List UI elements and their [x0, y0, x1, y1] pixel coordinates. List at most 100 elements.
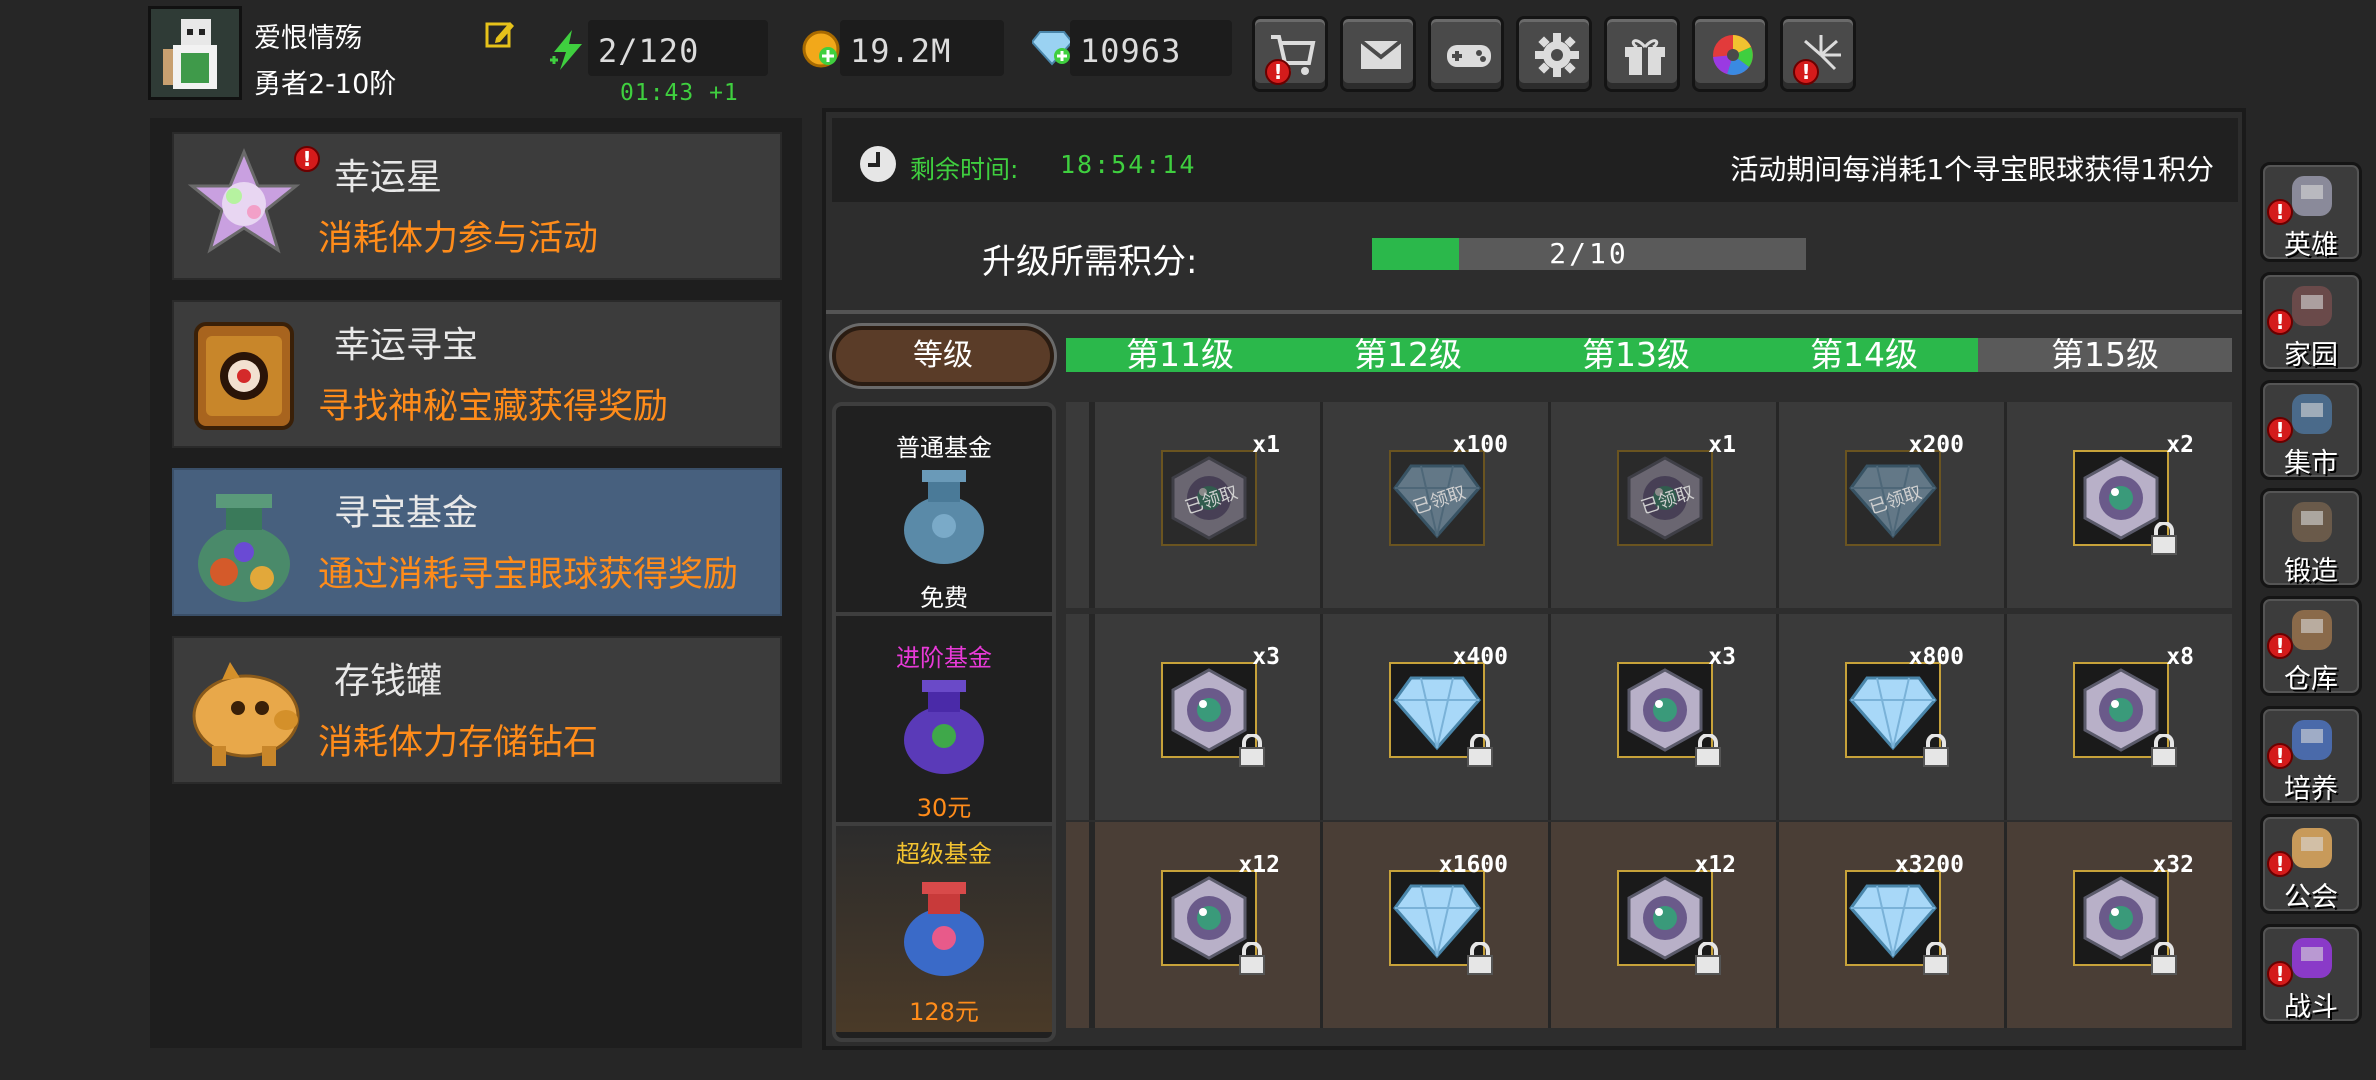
diamond-currency-icon	[1030, 30, 1074, 70]
player-name: 爱恨情殇	[254, 23, 362, 54]
reward-quantity: x800	[1908, 644, 1964, 670]
level-strip: 第11级 第12级 第13级 第14级 第15级	[1066, 338, 2232, 372]
firework-alert-badge: !	[1793, 59, 1819, 85]
menu-item-lucky-star[interactable]: ! 幸运星 消耗体力参与活动	[172, 132, 782, 280]
reward-row: 已领取 x1 已领取 x100 已领取 x1 已领取 x200 x2	[1066, 402, 2232, 608]
reward-quantity: x8	[2166, 644, 2194, 670]
menu-item-title: 寻宝基金	[334, 493, 479, 534]
sidebar-label: 仓库	[2284, 664, 2338, 695]
sidebar-button-3[interactable]: 锻造	[2260, 488, 2362, 588]
tier-name: 超级基金	[896, 840, 992, 868]
clock-icon	[858, 144, 898, 188]
lock-icon	[1921, 941, 1951, 980]
lucky-star-icon	[182, 146, 306, 270]
diamond-icon	[1845, 662, 1949, 767]
row-lead-cell	[1066, 822, 1092, 1028]
reward-cell[interactable]: x400	[1320, 614, 1546, 820]
gamepad-button[interactable]	[1428, 16, 1504, 92]
sidebar-button-7[interactable]: ! 战斗	[2260, 924, 2362, 1024]
gift-icon	[1625, 39, 1665, 75]
reward-cell[interactable]: x32	[2004, 822, 2232, 1028]
settings-button[interactable]	[1516, 16, 1592, 92]
reward-cell[interactable]: 已领取 x100	[1320, 402, 1546, 608]
diamond-icon	[1389, 870, 1493, 975]
sidebar-alert-badge: !	[2267, 633, 2293, 659]
remaining-time-value: 18:54:14	[1060, 150, 1197, 179]
level-header: 等级	[832, 326, 1054, 386]
sidebar-button-5[interactable]: ! 培养	[2260, 706, 2362, 806]
piggy-bank-icon	[182, 650, 306, 774]
sidebar-button-1[interactable]: ! 家园	[2260, 272, 2362, 372]
reward-cell[interactable]: x12	[1548, 822, 1774, 1028]
tier-price: 128元	[909, 998, 979, 1026]
player-avatar[interactable]	[148, 6, 242, 100]
tier-advanced-fund[interactable]: 进阶基金 30元	[836, 616, 1052, 822]
reward-quantity: x12	[1694, 852, 1736, 878]
fund-info-bar: 剩余时间: 18:54:14 活动期间每消耗1个寻宝眼球获得1积分	[832, 118, 2238, 202]
gift-button[interactable]	[1604, 16, 1680, 92]
gold-counter: 19.2M	[840, 20, 1004, 76]
gamepad-icon	[1447, 45, 1491, 67]
menu-item-title: 幸运星	[334, 157, 443, 198]
tier-super-fund[interactable]: 超级基金 128元	[836, 826, 1052, 1032]
reward-quantity: x100	[1452, 432, 1508, 458]
reward-cell[interactable]: 已领取 x200	[1776, 402, 2002, 608]
color-wheel-button[interactable]	[1692, 16, 1768, 92]
diamond-counter: 10963	[1070, 20, 1232, 76]
menu-item-title: 存钱罐	[334, 661, 443, 702]
menu-item-treasure-fund[interactable]: 寻宝基金 通过消耗寻宝眼球获得奖励	[172, 468, 782, 616]
reward-cell[interactable]: x12	[1092, 822, 1318, 1028]
treasure-fund-panel: 剩余时间: 18:54:14 活动期间每消耗1个寻宝眼球获得1积分 升级所需积分…	[822, 108, 2246, 1050]
reward-row: x12 x1600 x12 x3200 x32	[1066, 822, 2232, 1028]
edit-name-icon[interactable]	[484, 18, 516, 50]
mail-button[interactable]	[1340, 16, 1416, 92]
reward-row: x3 x400 x3 x800 x8	[1066, 614, 2232, 820]
menu-item-piggy-bank[interactable]: 存钱罐 消耗体力存储钻石	[172, 636, 782, 784]
reward-cell[interactable]: x3200	[1776, 822, 2002, 1028]
tier-name: 普通基金	[896, 434, 992, 462]
sidebar-alert-badge: !	[2267, 309, 2293, 335]
reward-cell[interactable]: x2	[2004, 402, 2232, 608]
stamina-timer: 01:43 +1	[620, 80, 739, 106]
shop-button[interactable]: !	[1252, 16, 1328, 92]
anvil-icon	[2287, 497, 2337, 551]
section-divider	[826, 310, 2242, 314]
reward-cell[interactable]: x8	[2004, 614, 2232, 820]
castle-icon	[2287, 281, 2337, 335]
eyeball-icon	[2073, 870, 2177, 975]
reward-quantity: x3	[1708, 644, 1736, 670]
diamond-icon	[1845, 870, 1949, 975]
reward-quantity: x1	[1252, 432, 1280, 458]
tier-basic-fund[interactable]: 普通基金 免费	[836, 406, 1052, 612]
menu-item-desc: 寻找神秘宝藏获得奖励	[318, 387, 669, 427]
diamond-icon: 已领取	[1389, 450, 1485, 546]
reward-cell[interactable]: x3	[1548, 614, 1774, 820]
reward-cell[interactable]: 已领取 x1	[1548, 402, 1774, 608]
menu-item-desc: 消耗体力参与活动	[318, 219, 599, 259]
stamina-lightning-icon	[550, 30, 590, 70]
reward-cell[interactable]: x800	[1776, 614, 2002, 820]
stamina-value: 2/120	[598, 32, 700, 70]
shop-alert-badge: !	[1265, 59, 1291, 85]
menu-item-lucky-treasure[interactable]: 幸运寻宝 寻找神秘宝藏获得奖励	[172, 300, 782, 448]
diamond-icon: 已领取	[1845, 450, 1941, 546]
market-icon	[2287, 389, 2337, 443]
eyeball-icon	[1161, 870, 1265, 975]
sidebar-label: 英雄	[2284, 230, 2338, 261]
remaining-time-label: 剩余时间:	[910, 155, 1019, 184]
reward-cell[interactable]: x3	[1092, 614, 1318, 820]
sidebar-button-0[interactable]: ! 英雄	[2260, 162, 2362, 262]
color-wheel-icon	[1713, 35, 1753, 75]
reward-quantity: x400	[1452, 644, 1508, 670]
eyeball-icon: 已领取	[1161, 450, 1257, 546]
sidebar-button-4[interactable]: ! 仓库	[2260, 596, 2362, 696]
eyeball-icon	[1161, 662, 1265, 767]
reward-cell[interactable]: x1600	[1320, 822, 1546, 1028]
menu-item-desc: 消耗体力存储钻石	[318, 723, 599, 763]
battle-portal-icon	[2287, 933, 2337, 987]
sidebar-button-6[interactable]: ! 公会	[2260, 814, 2362, 914]
firework-button[interactable]: !	[1780, 16, 1856, 92]
reward-cell[interactable]: 已领取 x1	[1092, 402, 1318, 608]
sidebar-alert-badge: !	[2267, 961, 2293, 987]
sidebar-button-2[interactable]: ! 集市	[2260, 380, 2362, 480]
